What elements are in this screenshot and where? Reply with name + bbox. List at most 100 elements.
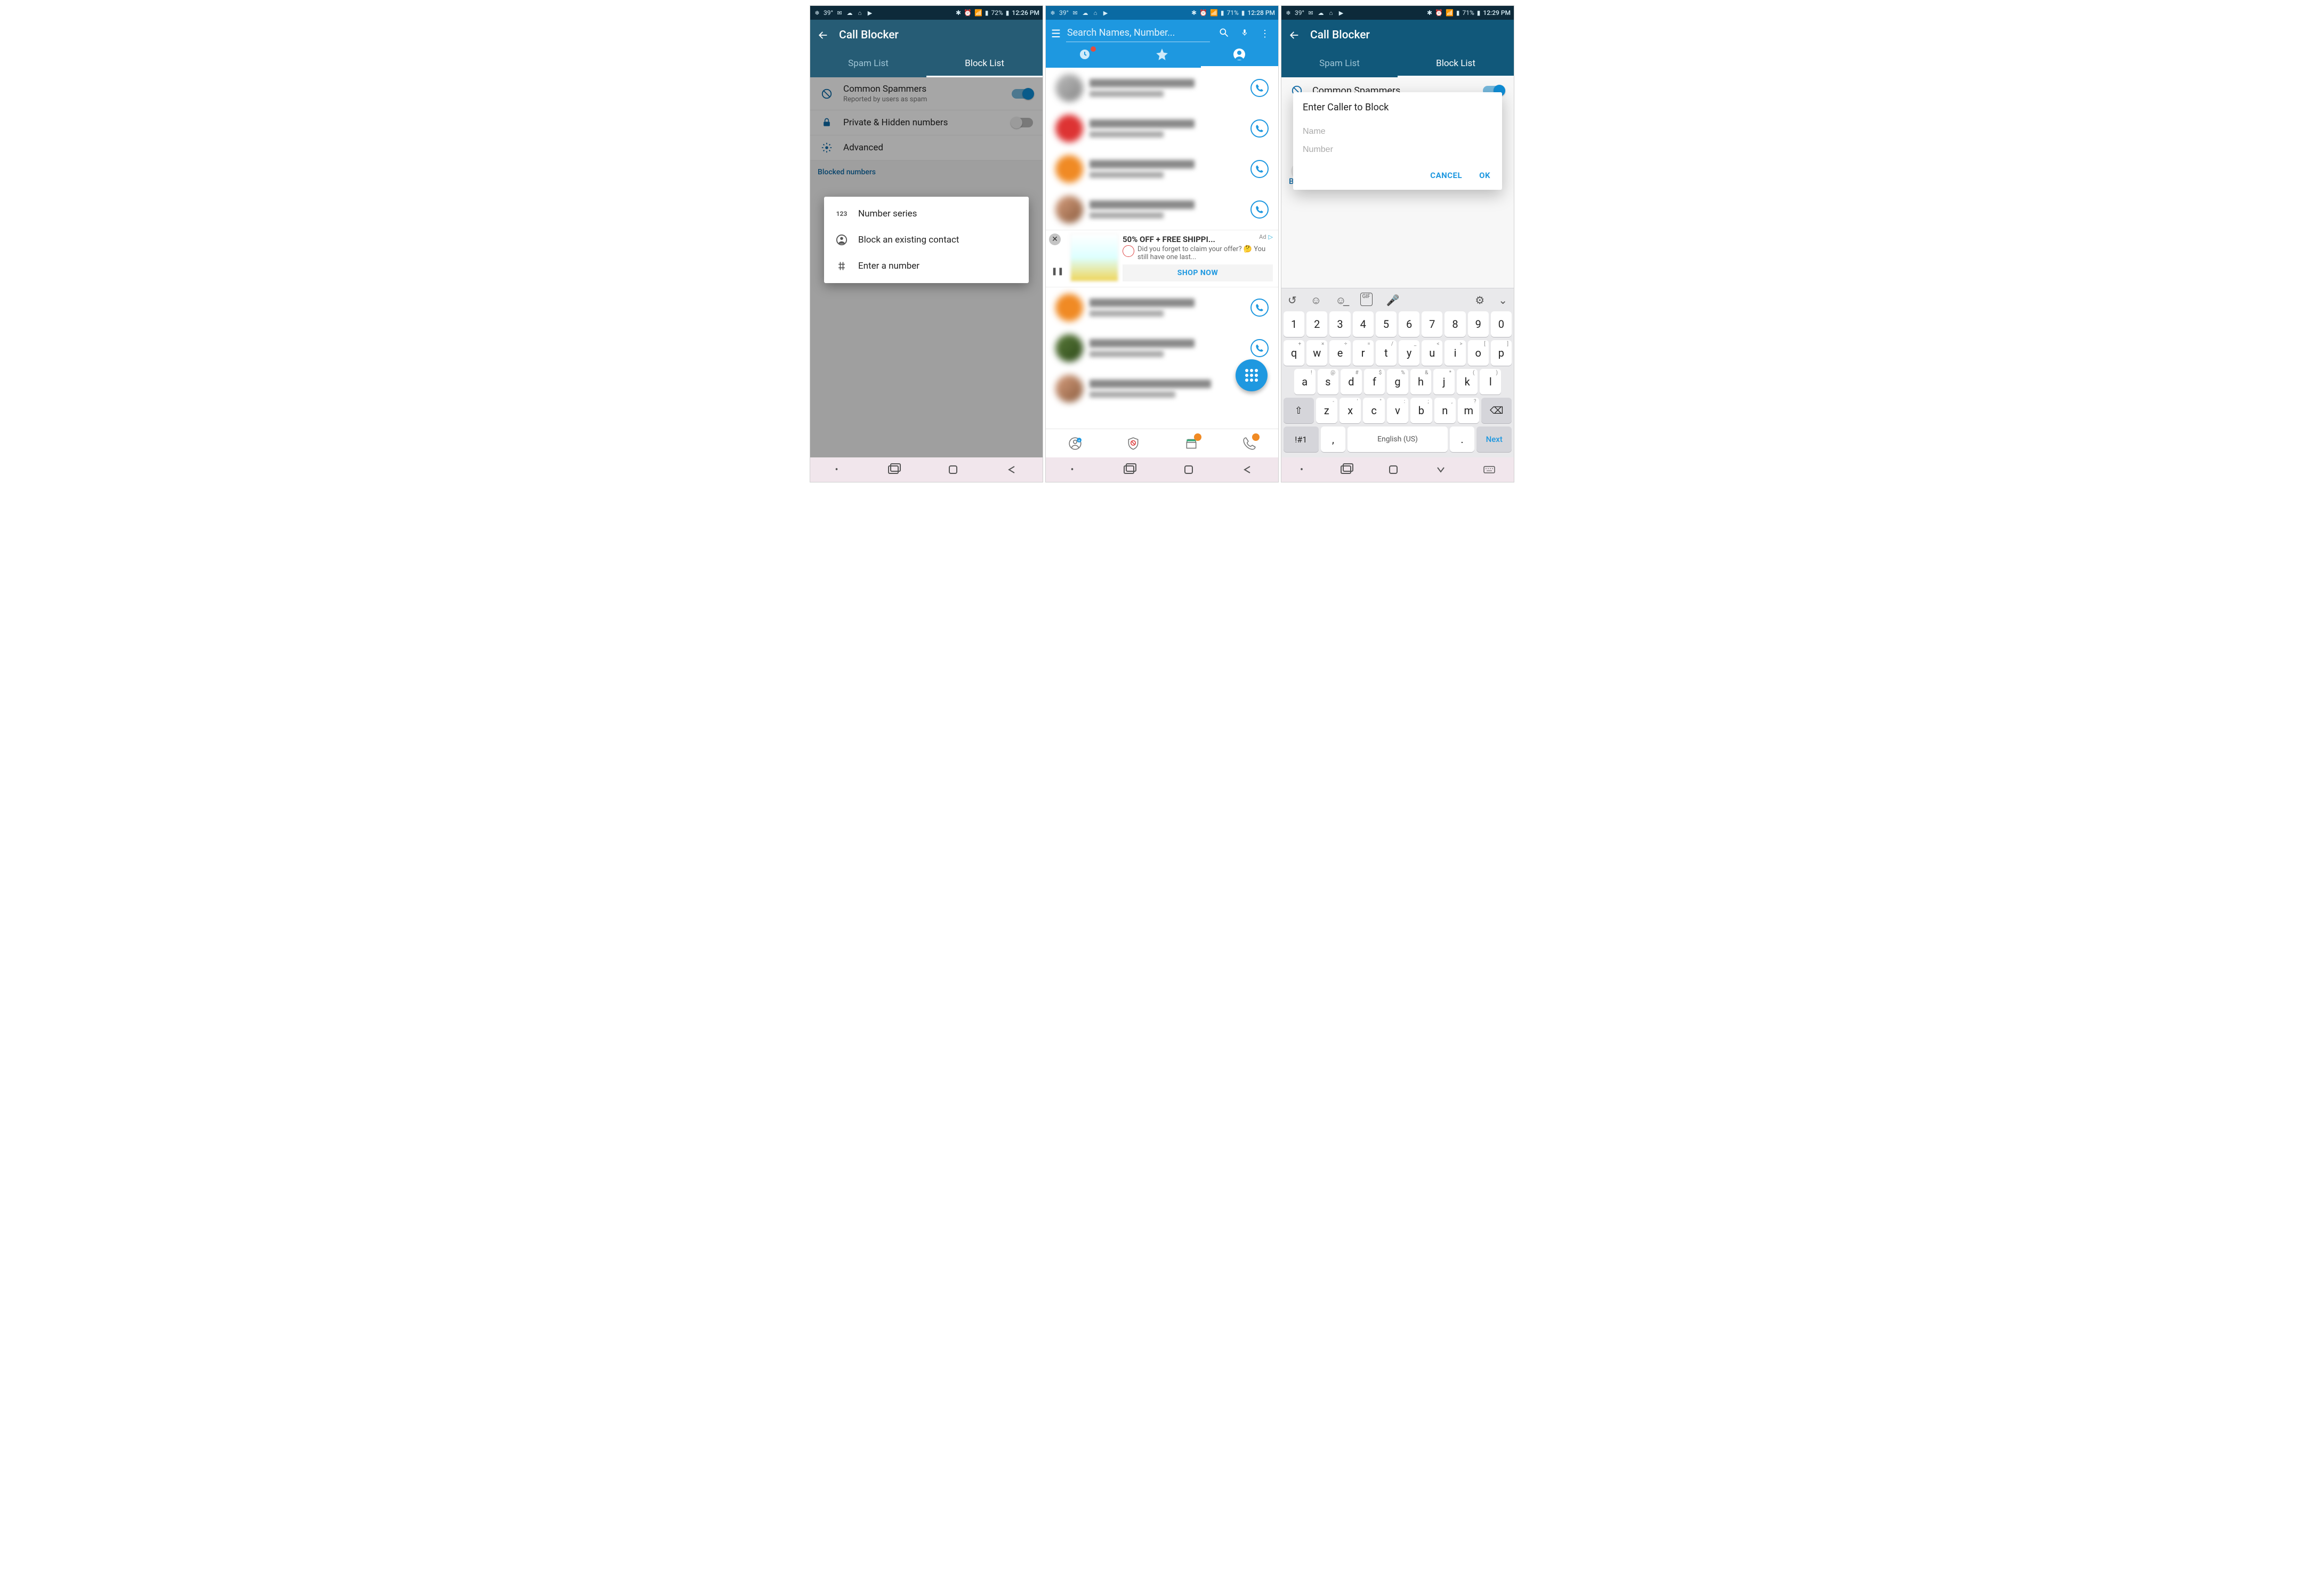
- key-d[interactable]: d#: [1341, 369, 1362, 395]
- nav-dot[interactable]: •: [1300, 464, 1303, 476]
- call-button[interactable]: [1250, 119, 1269, 138]
- key-a[interactable]: a!: [1294, 369, 1316, 395]
- key-next[interactable]: Next: [1476, 426, 1512, 452]
- contacts-list[interactable]: ✕ 50% OFF + FREE SHIPPI... Ad ▷ Did you …: [1046, 68, 1278, 429]
- contact-row[interactable]: [1046, 68, 1278, 108]
- ad-pause-icon[interactable]: ❚❚: [1049, 267, 1066, 276]
- key-5[interactable]: 5: [1376, 311, 1397, 337]
- key-2[interactable]: 2: [1306, 311, 1327, 337]
- setting-advanced[interactable]: Advanced: [810, 135, 1043, 160]
- kb-settings-icon[interactable]: ⚙: [1475, 294, 1484, 307]
- search-input[interactable]: Search Names, Number...: [1066, 25, 1210, 42]
- menu-number-series[interactable]: 123 Number series: [824, 201, 1029, 227]
- cancel-button[interactable]: CANCEL: [1428, 166, 1464, 184]
- contact-row[interactable]: [1046, 189, 1278, 230]
- key-e[interactable]: e÷: [1329, 340, 1350, 366]
- ok-button[interactable]: OK: [1477, 166, 1492, 184]
- tab-favorites[interactable]: [1123, 42, 1200, 68]
- name-input[interactable]: [1303, 123, 1492, 141]
- call-button[interactable]: [1250, 160, 1269, 178]
- key-q[interactable]: q+: [1284, 340, 1304, 366]
- key-k[interactable]: k(: [1457, 369, 1478, 395]
- key-i[interactable]: i>: [1445, 340, 1465, 366]
- tab-spam-list[interactable]: Spam List: [810, 51, 926, 77]
- nav-home[interactable]: [1184, 465, 1193, 474]
- key-t[interactable]: t/: [1376, 340, 1397, 366]
- key-m[interactable]: m?: [1458, 398, 1479, 423]
- dialpad-fab[interactable]: [1236, 359, 1268, 391]
- kb-undo-icon[interactable]: ↺: [1288, 294, 1297, 307]
- kb-gif-icon[interactable]: GIF: [1360, 293, 1373, 306]
- key-shift[interactable]: ⇧: [1284, 398, 1314, 423]
- number-input[interactable]: [1303, 141, 1492, 159]
- toggle-common-spammers[interactable]: [1012, 89, 1033, 99]
- voice-icon[interactable]: [1238, 27, 1252, 41]
- key-x[interactable]: x': [1339, 398, 1361, 423]
- key-l[interactable]: l): [1480, 369, 1501, 395]
- call-button[interactable]: [1250, 79, 1269, 97]
- menu-button[interactable]: ☰: [1051, 27, 1061, 40]
- key-0[interactable]: 0: [1491, 311, 1512, 337]
- kb-collapse-icon[interactable]: ⌄: [1498, 294, 1507, 307]
- key-j[interactable]: j*: [1433, 369, 1455, 395]
- nav-recent[interactable]: [888, 465, 899, 474]
- key-p[interactable]: p]: [1491, 340, 1512, 366]
- key-7[interactable]: 7: [1422, 311, 1442, 337]
- contact-row[interactable]: [1046, 287, 1278, 328]
- nav-recent[interactable]: [1341, 465, 1351, 474]
- nav-home[interactable]: [1389, 465, 1398, 474]
- key-o[interactable]: o[: [1468, 340, 1489, 366]
- ad-close-button[interactable]: ✕: [1049, 234, 1061, 245]
- kb-voice-icon[interactable]: 🎤: [1386, 294, 1400, 307]
- overflow-icon[interactable]: ⋮: [1257, 28, 1273, 39]
- nav-home[interactable]: [948, 465, 958, 474]
- key-f[interactable]: f$: [1364, 369, 1385, 395]
- contact-row[interactable]: [1046, 149, 1278, 189]
- key-c[interactable]: c": [1363, 398, 1384, 423]
- key-h[interactable]: h&: [1410, 369, 1432, 395]
- tab-spam-list[interactable]: Spam List: [1281, 51, 1398, 77]
- key-space[interactable]: English (US): [1347, 426, 1447, 452]
- nav-recent[interactable]: [1124, 465, 1134, 474]
- key-comma[interactable]: ,: [1321, 426, 1346, 452]
- contact-row[interactable]: [1046, 108, 1278, 149]
- key-9[interactable]: 9: [1468, 311, 1489, 337]
- tab-block-list[interactable]: Block List: [1398, 51, 1514, 77]
- key-3[interactable]: 3: [1329, 311, 1350, 337]
- key-s[interactable]: s@: [1318, 369, 1339, 395]
- key-g[interactable]: g%: [1387, 369, 1408, 395]
- key-z[interactable]: z-: [1316, 398, 1337, 423]
- ad-banner[interactable]: ✕ 50% OFF + FREE SHIPPI... Ad ▷ Did you …: [1046, 230, 1278, 287]
- tab-contacts[interactable]: [1201, 42, 1278, 68]
- key-backspace[interactable]: ⌫: [1481, 398, 1512, 423]
- nav-back[interactable]: [1007, 465, 1018, 474]
- key-w[interactable]: w×: [1306, 340, 1327, 366]
- key-n[interactable]: n,: [1434, 398, 1456, 423]
- ad-cta-button[interactable]: SHOP NOW: [1123, 264, 1273, 281]
- nav-call-record[interactable]: [1220, 429, 1278, 457]
- key-u[interactable]: u<: [1422, 340, 1442, 366]
- nav-protection[interactable]: [1104, 429, 1162, 457]
- nav-add-contact[interactable]: +: [1046, 429, 1104, 457]
- kb-emoji-icon[interactable]: ☺: [1311, 294, 1321, 307]
- setting-common-spammers[interactable]: Common Spammers Reported by users as spa…: [810, 77, 1043, 110]
- search-icon[interactable]: [1215, 27, 1232, 41]
- call-button[interactable]: [1250, 200, 1269, 219]
- key-b[interactable]: b;: [1410, 398, 1432, 423]
- key-y[interactable]: y_: [1399, 340, 1419, 366]
- key-period[interactable]: .: [1450, 426, 1475, 452]
- call-button[interactable]: [1250, 299, 1269, 317]
- call-button[interactable]: [1250, 339, 1269, 357]
- key-8[interactable]: 8: [1445, 311, 1465, 337]
- back-button[interactable]: [1288, 29, 1301, 42]
- key-6[interactable]: 6: [1399, 311, 1419, 337]
- menu-enter-number[interactable]: Enter a number: [824, 253, 1029, 279]
- menu-block-contact[interactable]: Block an existing contact: [824, 227, 1029, 253]
- key-r[interactable]: r=: [1353, 340, 1374, 366]
- key-4[interactable]: 4: [1353, 311, 1374, 337]
- nav-ime-down[interactable]: [1435, 465, 1446, 474]
- setting-private-hidden[interactable]: Private & Hidden numbers: [810, 110, 1043, 135]
- nav-keyboard-icon[interactable]: [1483, 466, 1495, 473]
- back-button[interactable]: [817, 29, 829, 42]
- nav-back[interactable]: [1242, 465, 1253, 474]
